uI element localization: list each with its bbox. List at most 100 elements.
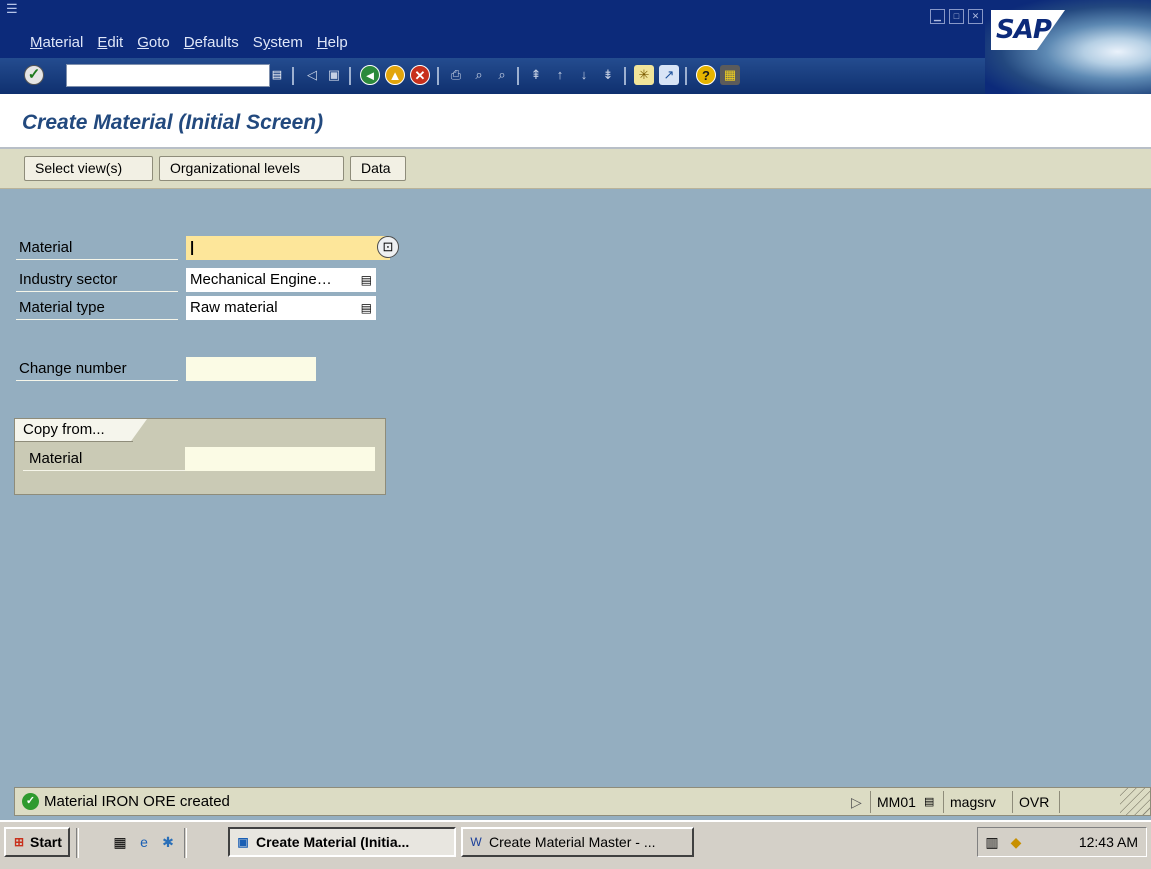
windows-logo-icon: ⊞: [13, 835, 25, 849]
data-button[interactable]: Data: [350, 156, 406, 181]
toolbar-separator: [685, 67, 687, 85]
taskbar-task-sap[interactable]: ▣ Create Material (Initia...: [228, 827, 456, 857]
industry-sector-label: Industry sector: [19, 271, 118, 288]
save-icon[interactable]: ▣: [324, 65, 344, 85]
copy-from-title: Copy from...: [15, 419, 147, 441]
taskbar-task-word[interactable]: W Create Material Master - ...: [461, 827, 694, 857]
start-label: Start: [30, 834, 62, 850]
taskbar-divider: [184, 828, 187, 858]
industry-sector-row: Industry sector Mechanical Engine… ▤: [16, 268, 376, 292]
change-number-row: Change number: [16, 357, 376, 381]
cancel-icon[interactable]: ✕: [410, 65, 430, 85]
network-icon[interactable]: ▥: [982, 832, 1002, 852]
material-type-row: Material type Raw material ▤: [16, 296, 376, 320]
copy-material-row: Material: [23, 447, 383, 471]
organizational-levels-button[interactable]: Organizational levels: [159, 156, 344, 181]
material-row: Material |: [16, 236, 390, 260]
sap-window-icon: ▣: [237, 835, 249, 849]
menu-edit[interactable]: Edit: [97, 34, 123, 51]
sap-logo: SAP: [991, 10, 1065, 50]
label-underline: [16, 380, 178, 381]
windows-taskbar: ⊞ Start ▦ e ✱ ▣ Create Material (Initia.…: [0, 820, 1151, 869]
material-input[interactable]: |: [186, 236, 390, 260]
command-field[interactable]: [66, 64, 270, 87]
select-views-button[interactable]: Select view(s): [24, 156, 153, 181]
change-number-input[interactable]: [186, 357, 316, 381]
show-desktop-icon[interactable]: ▦: [110, 832, 130, 852]
start-button[interactable]: ⊞ Start: [4, 827, 70, 857]
label-underline: [23, 470, 185, 471]
help-icon[interactable]: ?: [696, 65, 716, 85]
menu-defaults[interactable]: Defaults: [184, 34, 239, 51]
word-document-icon: W: [470, 835, 482, 849]
copy-material-label: Material: [29, 450, 83, 467]
find-next-icon[interactable]: ⌕: [492, 65, 512, 85]
clock[interactable]: 12:43 AM: [1079, 834, 1138, 850]
insert-mode[interactable]: OVR: [1012, 791, 1055, 813]
menu-bar: ☰ Material Edit Goto Defaults System Hel…: [0, 0, 1151, 58]
application-toolbar: Select view(s) Organizational levels Dat…: [0, 149, 1151, 189]
copy-material-input[interactable]: [185, 447, 375, 471]
close-icon[interactable]: ✕: [968, 9, 983, 24]
toolbar-separator: [349, 67, 351, 85]
sap-logo-area: SAP: [985, 0, 1151, 94]
label-underline: [16, 259, 178, 260]
customize-layout-icon[interactable]: ▦: [720, 65, 740, 85]
toolbar-separator: [292, 67, 294, 85]
toolbar-separator: [437, 67, 439, 85]
create-shortcut-icon[interactable]: ↗: [659, 65, 679, 85]
system-tray: ▥ ◆ 12:43 AM: [977, 827, 1147, 857]
resize-grip-icon[interactable]: [1120, 788, 1150, 815]
material-label: Material: [19, 239, 73, 256]
previous-page-icon[interactable]: ↑: [550, 65, 570, 85]
page-title: Create Material (Initial Screen): [22, 111, 324, 134]
matchcode-icon[interactable]: ⊡: [377, 236, 399, 258]
dropdown-icon[interactable]: ▤: [361, 268, 372, 292]
channels-icon[interactable]: ✱: [158, 832, 178, 852]
system-menu-icon[interactable]: ☰: [6, 2, 20, 15]
dropdown-icon[interactable]: ▤: [361, 296, 372, 320]
status-message[interactable]: Material IRON ORE created: [44, 793, 230, 810]
material-type-dropdown[interactable]: Raw material ▤: [186, 296, 376, 320]
copy-from-group: Copy from... Material: [14, 418, 386, 495]
server-name: magsrv: [943, 791, 1002, 813]
menu-system[interactable]: System: [253, 34, 303, 51]
menu-goto[interactable]: Goto: [137, 34, 170, 51]
system-info-icon[interactable]: ▤: [918, 791, 940, 813]
status-expand-icon[interactable]: ▷: [845, 791, 868, 813]
menu-help[interactable]: Help: [317, 34, 348, 51]
minimize-icon[interactable]: ▁: [930, 9, 945, 24]
title-bar: Create Material (Initial Screen): [0, 94, 1151, 149]
next-page-icon[interactable]: ↓: [574, 65, 594, 85]
first-page-icon[interactable]: ⇞: [526, 65, 546, 85]
task-label: Create Material (Initia...: [256, 834, 410, 850]
create-session-icon[interactable]: ✳: [634, 65, 654, 85]
status-empty-segment: [1059, 791, 1107, 813]
material-type-label: Material type: [19, 299, 105, 316]
standard-toolbar: ✓ ▤ ◁ ▣ ◄ ▲ ✕ ⎙ ⌕ ⌕ ⇞ ↑ ↓ ⇟ ✳ ↗ ? ▦: [0, 58, 985, 94]
menu-list: Material Edit Goto Defaults System Help: [30, 34, 362, 51]
label-underline: [16, 291, 178, 292]
back-arrow-icon[interactable]: ◁: [302, 65, 322, 85]
industry-sector-value: Mechanical Engine…: [190, 271, 332, 288]
find-icon[interactable]: ⌕: [469, 65, 489, 85]
task-label: Create Material Master - ...: [489, 834, 656, 850]
command-history-icon[interactable]: ▤: [270, 65, 284, 85]
sap-tray-icon[interactable]: ◆: [1006, 832, 1026, 852]
group-title-line: [15, 441, 133, 442]
back-icon[interactable]: ◄: [360, 65, 380, 85]
maximize-icon[interactable]: □: [949, 9, 964, 24]
transaction-code: MM01: [870, 791, 922, 813]
exit-icon[interactable]: ▲: [385, 65, 405, 85]
status-bar: ✓ Material IRON ORE created ▷ MM01 ▤ mag…: [14, 787, 1151, 816]
industry-sector-dropdown[interactable]: Mechanical Engine… ▤: [186, 268, 376, 292]
menu-material[interactable]: Material: [30, 34, 83, 51]
internet-explorer-icon[interactable]: e: [134, 832, 154, 852]
material-type-value: Raw material: [190, 299, 278, 316]
last-page-icon[interactable]: ⇟: [598, 65, 618, 85]
change-number-label: Change number: [19, 360, 127, 377]
enter-icon[interactable]: ✓: [24, 65, 44, 85]
label-underline: [16, 319, 178, 320]
window-controls: ▁ □ ✕: [930, 9, 983, 24]
print-icon[interactable]: ⎙: [446, 65, 466, 85]
